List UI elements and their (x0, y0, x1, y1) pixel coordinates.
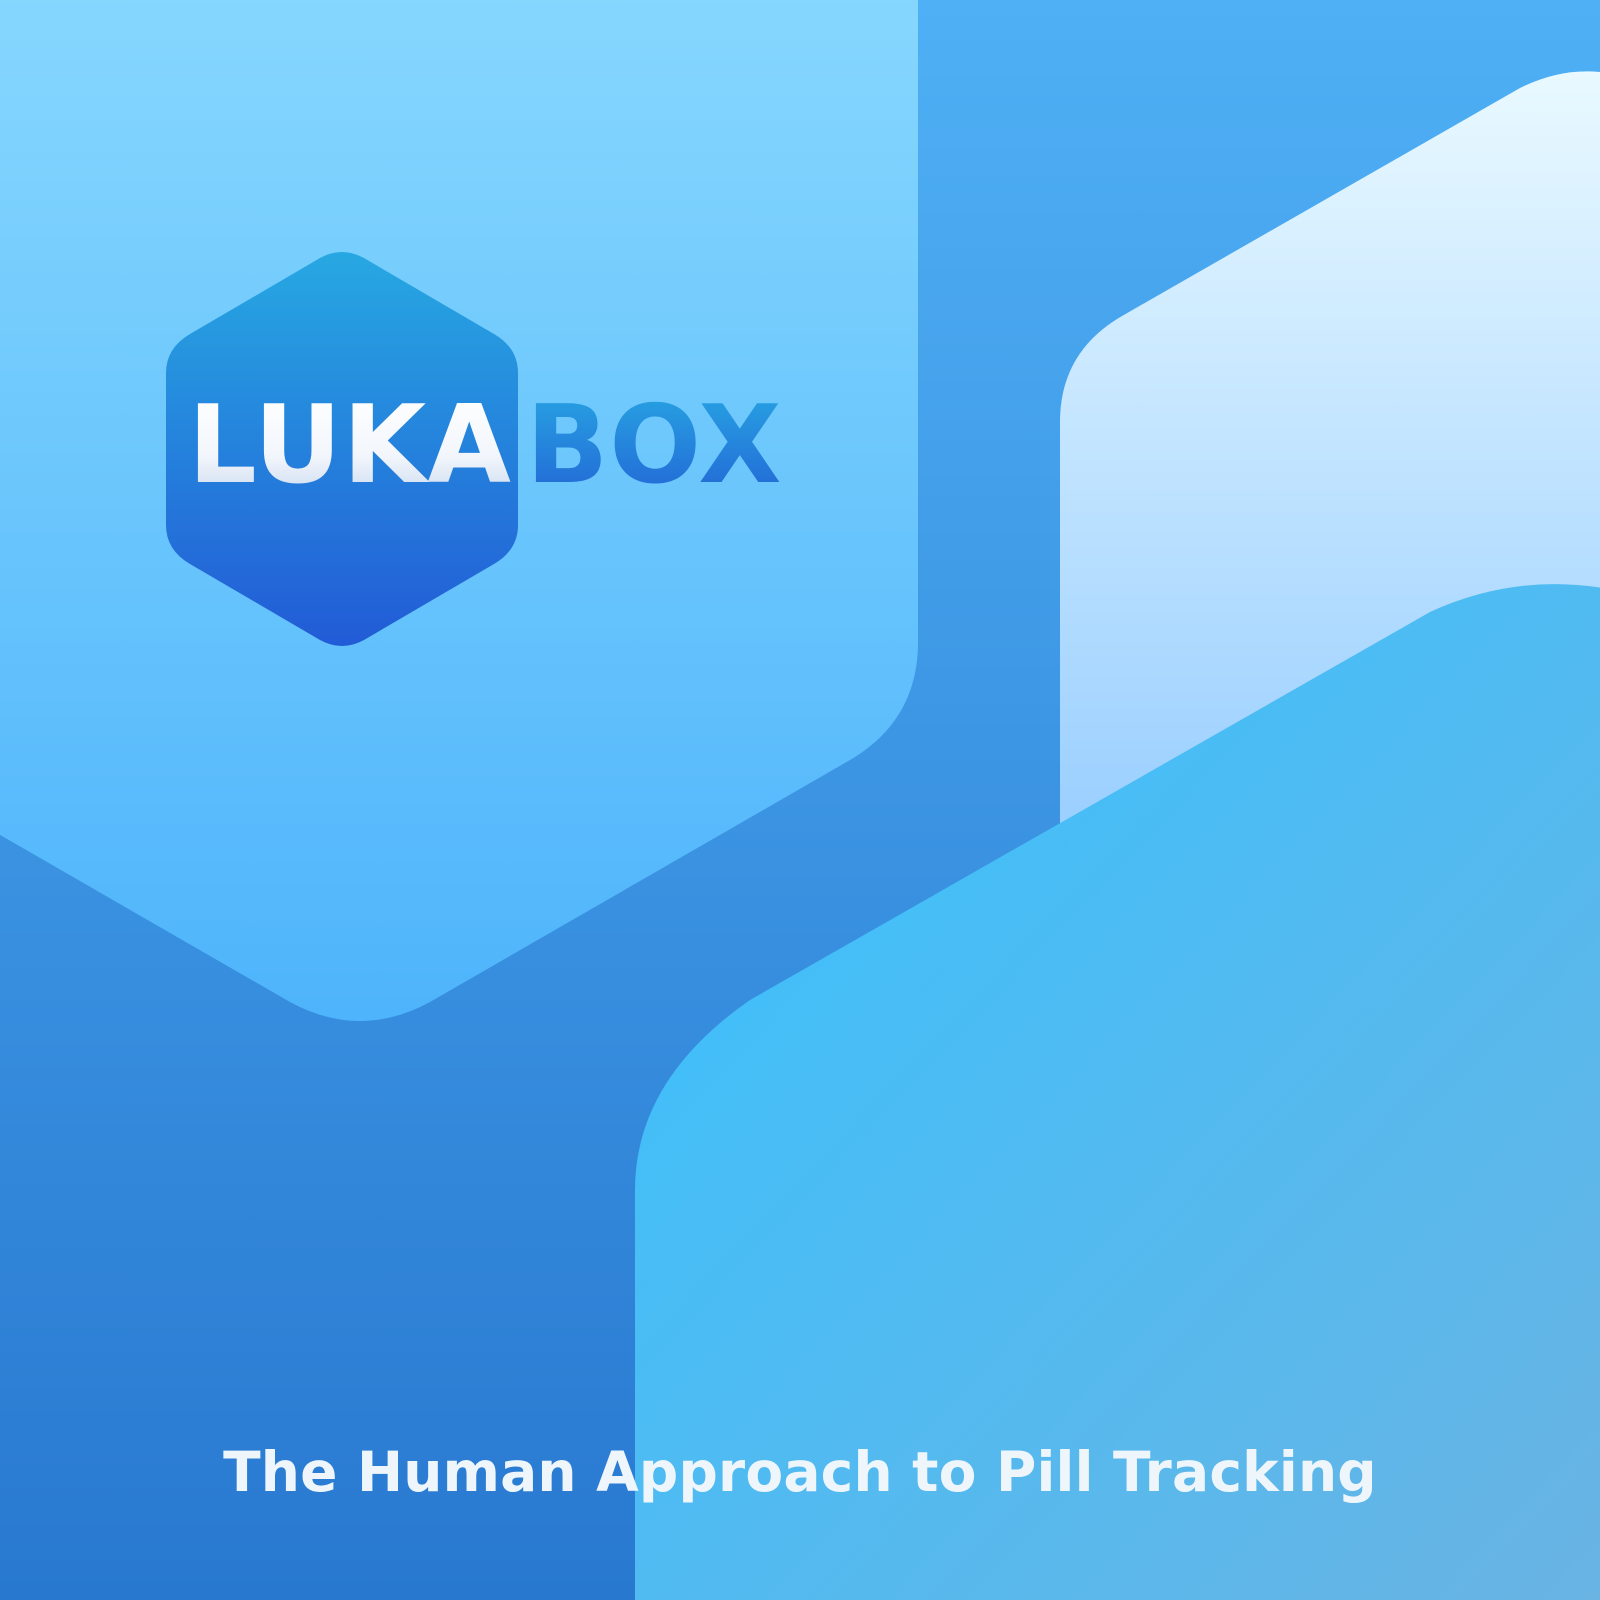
brand-logo: LUKA BOX (188, 386, 783, 506)
background-art (0, 0, 1600, 1600)
brand-name-box: BOX (525, 383, 783, 508)
brand-name-luka: LUKA (188, 383, 512, 508)
splash-screen: LUKA BOX The Human Approach to Pill Trac… (0, 0, 1600, 1600)
tagline: The Human Approach to Pill Tracking (223, 1440, 1377, 1504)
